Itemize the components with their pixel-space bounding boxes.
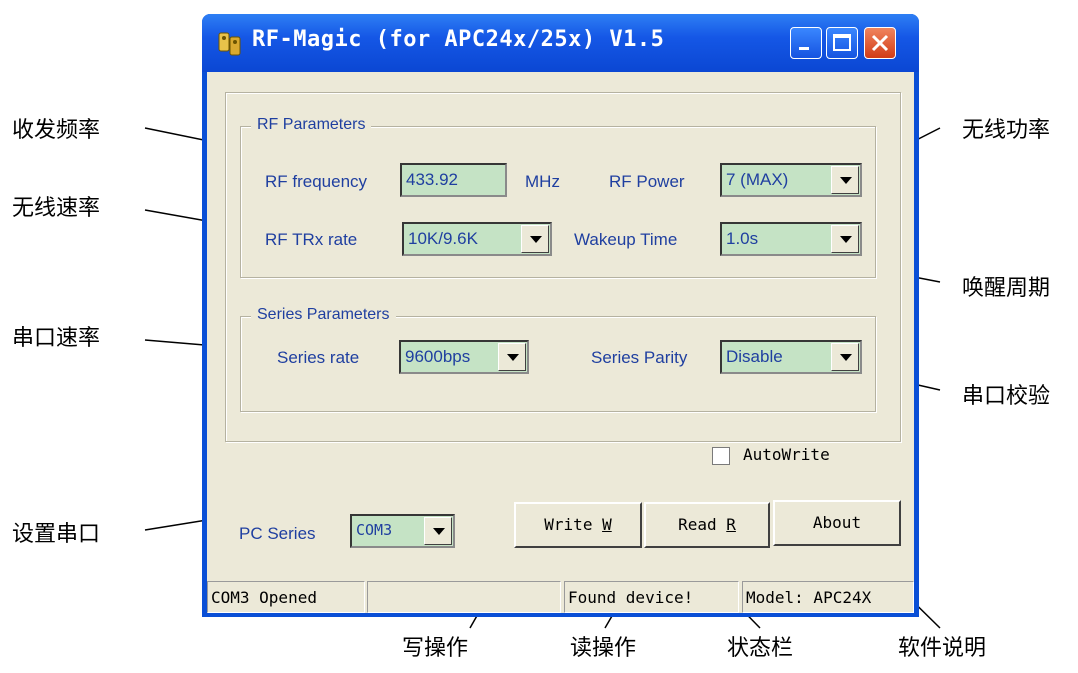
pc-series-label: PC Series xyxy=(239,524,316,543)
chevron-down-icon[interactable] xyxy=(521,225,549,253)
rf-power-value: 7 (MAX) xyxy=(726,170,789,189)
series-rate-label: Series rate xyxy=(277,348,360,367)
rf-power-label: RF Power xyxy=(609,172,685,191)
annotation-frequency: 收发频率 xyxy=(12,118,101,143)
annotation-set-port: 设置串口 xyxy=(12,522,101,547)
write-button-hotkey: W xyxy=(602,515,612,534)
annotation-read: 读操作 xyxy=(570,636,637,661)
annotation-about: 软件说明 xyxy=(898,636,987,661)
rf-power-select[interactable]: 7 (MAX) xyxy=(720,163,862,197)
minimize-button[interactable] xyxy=(790,27,822,59)
minimize-icon xyxy=(799,47,809,50)
write-button[interactable]: Write W xyxy=(514,502,642,548)
series-parity-select[interactable]: Disable xyxy=(720,340,862,374)
rf-trx-rate-value: 10K/9.6K xyxy=(408,229,478,248)
annotation-parity: 串口校验 xyxy=(962,384,1051,409)
app-window: RF-Magic (for APC24x/25x) V1.5 RF Parame… xyxy=(202,14,919,617)
annotation-write: 写操作 xyxy=(402,636,469,661)
maximize-button[interactable] xyxy=(826,27,858,59)
chevron-down-icon[interactable] xyxy=(831,343,859,371)
rf-trx-rate-select[interactable]: 10K/9.6K xyxy=(402,222,552,256)
read-button-label: Read xyxy=(678,515,727,534)
chevron-down-icon[interactable] xyxy=(424,517,452,545)
pc-series-select[interactable]: COM3 xyxy=(350,514,455,548)
series-rate-select[interactable]: 9600bps xyxy=(399,340,529,374)
chevron-down-icon[interactable] xyxy=(498,343,526,371)
series-rate-value: 9600bps xyxy=(405,347,471,366)
write-button-label: Write xyxy=(544,515,603,534)
chevron-down-icon[interactable] xyxy=(831,225,859,253)
rf-frequency-unit: MHz xyxy=(525,172,560,191)
window-title: RF-Magic (for APC24x/25x) V1.5 xyxy=(252,27,665,52)
annotation-status-bar: 状态栏 xyxy=(727,636,794,661)
wakeup-time-select[interactable]: 1.0s xyxy=(720,222,862,256)
annotation-power: 无线功率 xyxy=(962,118,1051,143)
autowrite-checkbox[interactable] xyxy=(712,447,730,465)
pc-series-value: COM3 xyxy=(356,521,393,539)
close-icon xyxy=(871,34,889,52)
series-parity-value: Disable xyxy=(726,347,783,366)
about-button[interactable]: About xyxy=(773,500,901,546)
maximize-icon xyxy=(833,34,851,51)
wakeup-time-value: 1.0s xyxy=(726,229,759,248)
title-bar[interactable]: RF-Magic (for APC24x/25x) V1.5 xyxy=(202,14,919,72)
rf-frequency-input[interactable]: 433.92 xyxy=(400,163,507,197)
series-parity-label: Series Parity xyxy=(591,348,688,367)
read-button[interactable]: Read R xyxy=(644,502,770,548)
annotation-serial-rate: 串口速率 xyxy=(12,326,101,351)
rf-frequency-label: RF frequency xyxy=(265,172,368,191)
status-pane-model: Model: APC24X xyxy=(742,581,914,613)
wakeup-time-label: Wakeup Time xyxy=(574,230,678,249)
chevron-down-icon[interactable] xyxy=(831,166,859,194)
status-pane-connection: COM3 Opened xyxy=(207,581,365,613)
close-button[interactable] xyxy=(864,27,896,59)
rf-parameters-title: RF Parameters xyxy=(251,116,372,134)
status-pane-device: Found device! xyxy=(564,581,739,613)
autowrite-label: AutoWrite xyxy=(743,445,830,464)
annotation-wakeup: 唤醒周期 xyxy=(962,276,1051,301)
app-key-icon xyxy=(218,32,241,56)
window-client-area: RF Parameters RF frequency 433.92 MHz RF… xyxy=(207,72,914,613)
rf-trx-rate-label: RF TRx rate xyxy=(265,230,358,249)
annotation-rf-rate: 无线速率 xyxy=(12,196,101,221)
series-parameters-title: Series Parameters xyxy=(251,306,396,324)
status-pane-blank xyxy=(367,581,561,613)
read-button-hotkey: R xyxy=(726,515,736,534)
